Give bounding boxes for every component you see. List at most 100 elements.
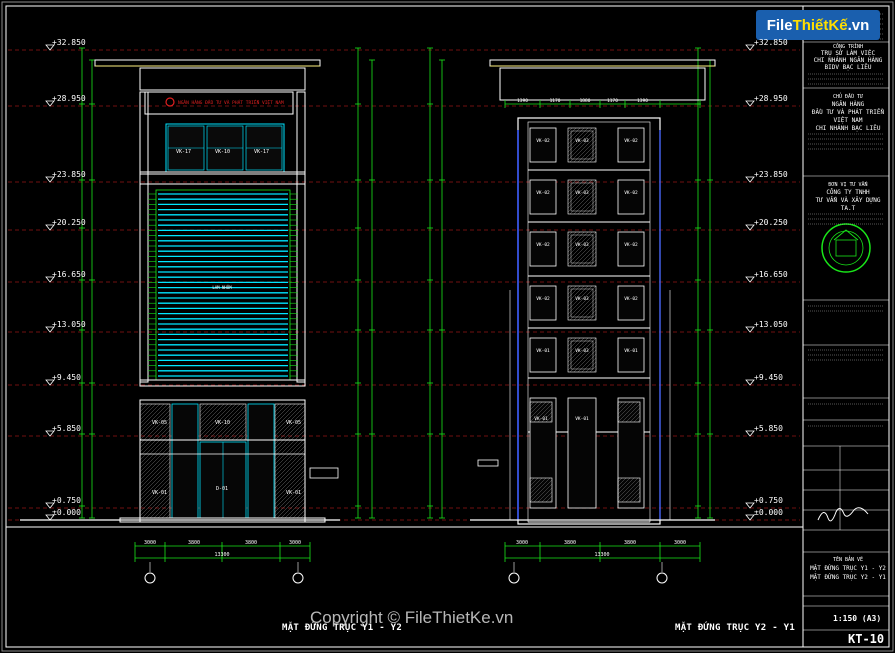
hatch-line — [235, 429, 247, 441]
hatch-line — [274, 421, 306, 453]
axis-bubble-icon — [292, 572, 304, 584]
hatch-line — [139, 461, 171, 493]
seal-house-icon — [835, 239, 857, 257]
window — [617, 179, 645, 215]
hatch-line — [585, 151, 597, 163]
hatch-line — [585, 203, 597, 215]
dim-text: 1170 — [550, 98, 561, 104]
stone-panel — [567, 285, 597, 321]
level-marker — [745, 176, 755, 183]
hatch-line — [585, 309, 597, 321]
window-tag: VK-02 — [624, 242, 638, 248]
project-line-3: BIDV BẠC LIÊU — [824, 64, 872, 71]
hatch-group — [567, 231, 597, 267]
level-marker — [745, 276, 755, 283]
level-label: +5.850 — [754, 424, 783, 433]
axis-bubble-icon — [144, 572, 156, 584]
hatch-line — [296, 509, 306, 519]
window-tag: VK-02 — [624, 190, 638, 196]
window-tag: VK-17 — [254, 149, 269, 155]
hatch-line — [567, 127, 577, 137]
hatch-line — [577, 247, 597, 267]
hatch-line — [274, 403, 292, 421]
hatch-line — [581, 199, 597, 215]
window-tag: VK-01 — [536, 348, 550, 354]
level-label: +9.450 — [754, 373, 783, 382]
stone-panel — [567, 179, 597, 215]
window-tag: VK-02 — [536, 190, 550, 196]
level-label: +28.950 — [754, 94, 788, 103]
consultant-line-2: TƯ VẤN VÀ XÂY DỰNG — [815, 197, 881, 204]
hatch-line — [288, 501, 306, 519]
sheet-number: KT-10 — [848, 632, 885, 646]
level-label: ±0.000 — [754, 508, 783, 517]
level-label: +20.250 — [754, 218, 788, 227]
hatch-line — [581, 357, 597, 373]
hatch-line — [274, 433, 306, 465]
hatch-line — [581, 147, 597, 163]
stone-panel — [567, 127, 597, 163]
hatch-line — [274, 403, 284, 413]
hatch-line — [139, 433, 171, 465]
hatch-line — [581, 305, 597, 321]
window — [617, 127, 645, 163]
hatch-line — [139, 403, 157, 421]
curtain-wall — [247, 403, 275, 519]
hatch-line — [274, 403, 280, 409]
dim-text: 3000 — [516, 540, 528, 546]
tall-window — [567, 397, 597, 509]
window-tag: VK-01 — [286, 490, 301, 496]
dim-text: 13300 — [594, 552, 609, 558]
level-marker — [745, 502, 755, 509]
hatch-line — [139, 403, 149, 413]
hatch-line — [274, 473, 306, 505]
hatch-group — [567, 285, 597, 321]
hatch-line — [567, 231, 573, 237]
hatch-line — [274, 403, 304, 433]
window-tag: VK-05 — [152, 420, 167, 426]
level-label: +5.850 — [52, 424, 81, 433]
level-label: +9.450 — [52, 373, 81, 382]
hatch-line — [274, 429, 306, 461]
canopy — [309, 467, 339, 479]
window-glass — [570, 234, 594, 264]
seal-inner — [828, 230, 864, 266]
hatch-line — [577, 195, 597, 215]
bank-logo-icon — [165, 97, 175, 107]
hatch-line — [280, 493, 306, 519]
level-label: +16.650 — [754, 270, 788, 279]
hatch-line — [139, 449, 171, 481]
dim-text: 1390 — [517, 98, 528, 104]
level-label: +0.750 — [754, 496, 783, 505]
consultant-label: ĐƠN VỊ TƯ VẤN — [828, 182, 868, 188]
hatch-line — [567, 341, 597, 371]
hatch-line — [274, 481, 306, 513]
hatch-line — [567, 127, 573, 133]
client-label: CHỦ ĐẦU TƯ — [832, 94, 864, 100]
hatch-line — [199, 403, 217, 421]
hatch-line — [199, 403, 229, 433]
level-label: +23.850 — [754, 170, 788, 179]
hatch-line — [274, 445, 306, 477]
hatch-group — [567, 179, 597, 215]
hatch-line — [165, 513, 171, 519]
drawing-line-2: MẶT ĐỨNG TRỤC Y2 - Y1 — [810, 574, 886, 581]
level-label: +32.850 — [52, 38, 86, 47]
dim-text: 3800 — [245, 540, 257, 546]
hatch-line — [139, 429, 171, 461]
window — [617, 231, 645, 267]
hatch-line — [139, 425, 171, 457]
hatch-line — [149, 497, 171, 519]
canopy — [477, 459, 499, 467]
hatch-line — [567, 285, 577, 295]
hatch-line — [139, 445, 171, 477]
hatch-line — [300, 513, 306, 519]
hatch-line — [161, 509, 171, 519]
window — [529, 285, 557, 321]
hatch-line — [585, 255, 597, 267]
hatch-line — [567, 179, 577, 189]
hatch-line — [139, 421, 171, 453]
hatch-line — [139, 457, 171, 489]
window-tag: VK-10 — [215, 149, 230, 155]
window-tag: VK-02 — [536, 138, 550, 144]
